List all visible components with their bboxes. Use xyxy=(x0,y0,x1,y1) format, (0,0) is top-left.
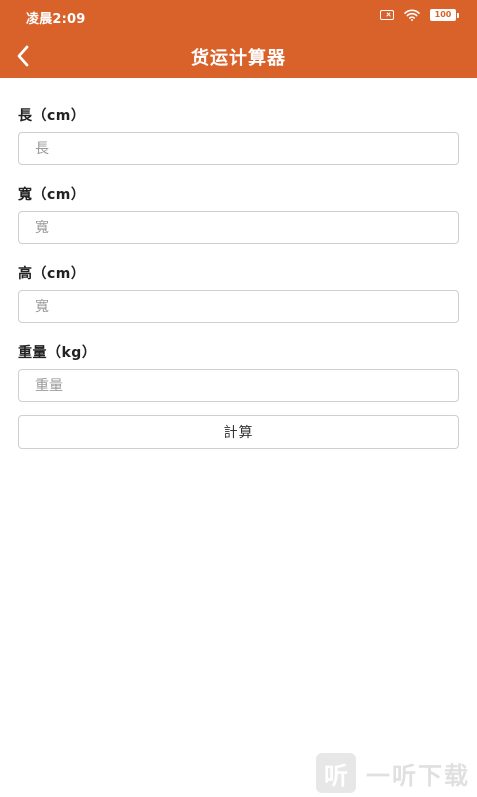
sim-off-icon xyxy=(380,10,394,20)
length-input[interactable] xyxy=(18,132,459,165)
title-bar: 货运计算器 xyxy=(0,33,477,78)
page-title: 货运计算器 xyxy=(191,48,286,69)
battery-icon: 100 xyxy=(430,9,459,21)
status-icons: 100 xyxy=(380,9,459,21)
battery-tip xyxy=(457,12,459,18)
watermark-text: 一听下载 xyxy=(366,761,470,790)
freight-form: 長（cm） 寬（cm） 高（cm） 重量（kg） xyxy=(18,107,459,423)
wifi-icon xyxy=(404,9,420,21)
watermark: 听 一听下载 xyxy=(316,753,470,793)
height-input[interactable] xyxy=(18,290,459,323)
calculate-button[interactable]: 計算 xyxy=(18,415,459,449)
status-time: 凌晨2:09 xyxy=(26,12,86,27)
width-label: 寬（cm） xyxy=(18,187,86,203)
watermark-logo-icon: 听 xyxy=(316,753,356,793)
height-label: 高（cm） xyxy=(18,266,86,282)
length-label: 長（cm） xyxy=(18,108,86,124)
width-input[interactable] xyxy=(18,211,459,244)
weight-input[interactable] xyxy=(18,369,459,402)
weight-label: 重量（kg） xyxy=(18,345,97,361)
battery-level: 100 xyxy=(430,9,456,21)
status-bar: 凌晨2:09 100 xyxy=(0,0,477,33)
